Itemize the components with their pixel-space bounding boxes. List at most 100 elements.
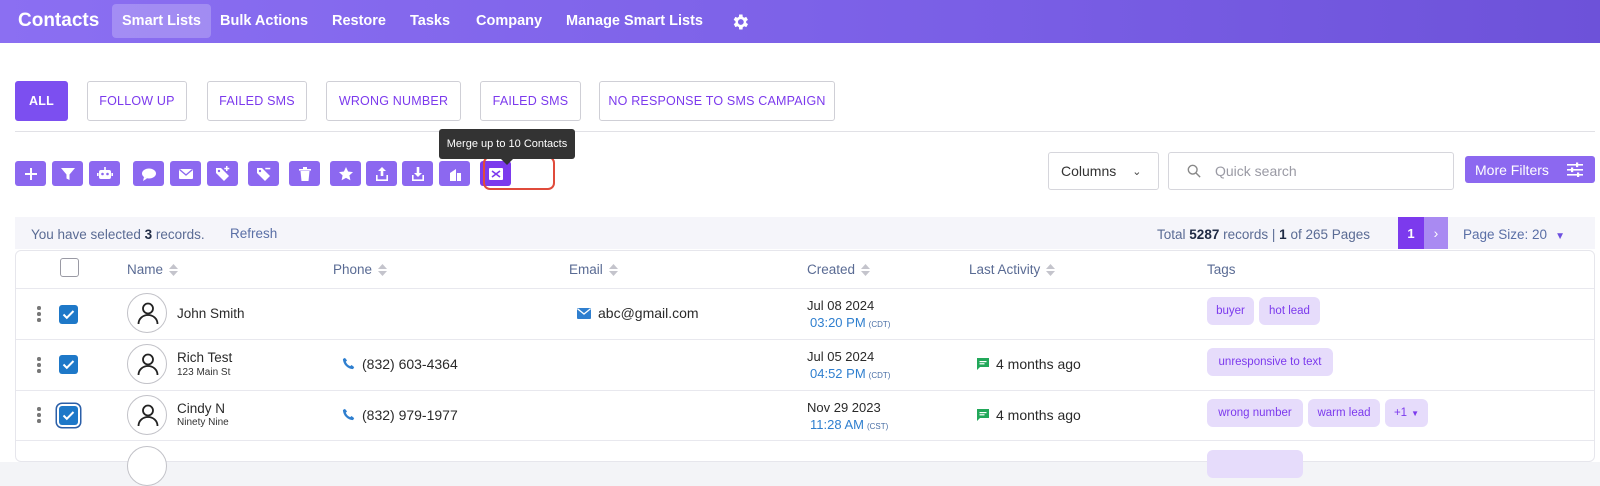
- check-icon: [62, 411, 75, 421]
- search-icon: [1187, 164, 1201, 178]
- created-time: 03:20 PM (CDT): [810, 315, 890, 330]
- total-records: Total 5287 records | 1 of 265 Pages: [1157, 227, 1370, 242]
- created-date: Nov 29 2023: [807, 400, 881, 415]
- add-contact-button[interactable]: [15, 161, 46, 186]
- envelope-icon: [178, 168, 193, 179]
- nav-company[interactable]: Company: [476, 13, 542, 29]
- sort-icon: [608, 264, 618, 277]
- merge-tooltip: Merge up to 10 Contacts: [439, 129, 575, 165]
- created-time: 04:52 PM (CDT): [810, 366, 890, 381]
- review-request-button[interactable]: [330, 161, 361, 186]
- nav-tasks[interactable]: Tasks: [410, 13, 450, 29]
- nav-bulk-actions[interactable]: Bulk Actions: [220, 13, 308, 29]
- smart-list-all[interactable]: ALL: [15, 81, 68, 121]
- section-divider: [15, 131, 1595, 132]
- add-to-company-button[interactable]: [439, 161, 470, 186]
- more-filters-label: More Filters: [1475, 161, 1549, 178]
- refresh-link[interactable]: Refresh: [230, 226, 277, 241]
- search-placeholder: Quick search: [1215, 163, 1297, 179]
- smart-list-failed-sms[interactable]: FAILED SMS: [207, 81, 307, 121]
- contact-address: Ninety Nine: [177, 417, 229, 428]
- app-title: Contacts: [18, 10, 100, 31]
- header-email-label: Email: [569, 262, 603, 277]
- filter-button[interactable]: [52, 161, 83, 186]
- more-tags-button[interactable]: +1 ▼: [1385, 399, 1428, 427]
- merge-button-highlight: [483, 156, 555, 190]
- tag-remove-icon: [256, 167, 270, 181]
- last-activity: 4 months ago: [996, 407, 1081, 423]
- sort-icon: [861, 264, 871, 277]
- tag: hot lead: [1259, 297, 1320, 325]
- contact-address: 123 Main St: [177, 367, 231, 378]
- nav-restore[interactable]: Restore: [332, 13, 386, 29]
- header-email[interactable]: Email: [569, 262, 618, 277]
- page-1-button[interactable]: 1: [1398, 217, 1424, 249]
- header-name[interactable]: Name: [127, 262, 179, 277]
- row-divider: [16, 339, 1594, 340]
- selected-count: 3: [144, 227, 153, 242]
- contact-name[interactable]: Rich Test: [177, 350, 232, 365]
- avatar: [127, 395, 167, 435]
- smart-list-no-response[interactable]: NO RESPONSE TO SMS CAMPAIGN: [599, 81, 835, 121]
- check-icon: [62, 360, 75, 370]
- smart-list-wrong-number[interactable]: WRONG NUMBER: [326, 81, 461, 121]
- send-sms-button[interactable]: [133, 161, 164, 186]
- timezone: (CDT): [868, 320, 891, 329]
- row-actions-menu-icon[interactable]: [37, 407, 41, 423]
- created-time-value: 04:52 PM: [810, 366, 866, 381]
- add-tag-button[interactable]: [207, 161, 238, 186]
- automation-button[interactable]: [89, 161, 120, 186]
- selection-prefix: You have selected: [31, 227, 141, 242]
- check-icon: [62, 310, 75, 320]
- remove-tag-button[interactable]: [248, 161, 279, 186]
- smart-list-failed-sms-2[interactable]: FAILED SMS: [480, 81, 581, 121]
- page-size-dropdown[interactable]: Page Size: 20 ▼: [1463, 227, 1565, 242]
- avatar: [127, 344, 167, 384]
- contact-phone[interactable]: (832) 603-4364: [362, 356, 458, 372]
- row-actions-menu-icon[interactable]: [37, 357, 41, 373]
- smart-list-follow-up[interactable]: FOLLOW UP: [87, 81, 187, 121]
- page-size-label: Page Size: 20: [1463, 227, 1548, 242]
- avatar: [127, 293, 167, 333]
- tag: buyer: [1207, 297, 1254, 325]
- contact-name[interactable]: John Smith: [177, 306, 245, 321]
- sliders-icon: [1567, 162, 1583, 177]
- created-time-value: 11:28 AM: [810, 417, 864, 432]
- contact-phone[interactable]: (832) 979-1977: [362, 407, 458, 423]
- download-icon: [411, 166, 424, 181]
- row-actions-menu-icon[interactable]: [37, 306, 41, 322]
- next-page-button[interactable]: ›: [1424, 217, 1448, 249]
- contacts-table: [15, 250, 1595, 462]
- nav-manage-smart-lists[interactable]: Manage Smart Lists: [566, 13, 703, 29]
- row-divider: [16, 390, 1594, 391]
- header-phone[interactable]: Phone: [333, 262, 388, 277]
- send-email-button[interactable]: [170, 161, 201, 186]
- caret-down-icon: ▼: [1411, 408, 1420, 418]
- separator: |: [1271, 227, 1276, 242]
- delete-button[interactable]: [289, 161, 320, 186]
- nav-smart-lists[interactable]: Smart Lists: [112, 4, 211, 38]
- row-checkbox[interactable]: [59, 406, 78, 425]
- page-number: 1: [1279, 227, 1287, 242]
- tag: wrong number: [1207, 399, 1303, 427]
- caret-down-icon: ▼: [1555, 231, 1565, 242]
- select-all-checkbox[interactable]: [60, 258, 79, 277]
- upload-icon: [375, 166, 388, 181]
- header-created[interactable]: Created: [807, 262, 871, 277]
- columns-dropdown[interactable]: Columns ⌄: [1048, 152, 1159, 190]
- chevron-down-icon: ⌄: [1132, 165, 1142, 178]
- header-last-activity[interactable]: Last Activity: [969, 262, 1056, 277]
- chat-icon: [141, 168, 156, 181]
- contact-name[interactable]: Cindy N: [177, 401, 225, 416]
- quick-search-input[interactable]: Quick search: [1168, 152, 1454, 190]
- contact-email[interactable]: abc@gmail.com: [598, 305, 699, 321]
- export-button[interactable]: [366, 161, 397, 186]
- gear-icon[interactable]: [730, 12, 750, 32]
- header-created-label: Created: [807, 262, 856, 277]
- more-filters-button[interactable]: More Filters: [1465, 156, 1595, 183]
- import-button[interactable]: [402, 161, 433, 186]
- user-icon: [137, 302, 159, 325]
- row-checkbox[interactable]: [59, 355, 78, 374]
- envelope-icon: [577, 308, 591, 319]
- row-checkbox[interactable]: [59, 305, 78, 324]
